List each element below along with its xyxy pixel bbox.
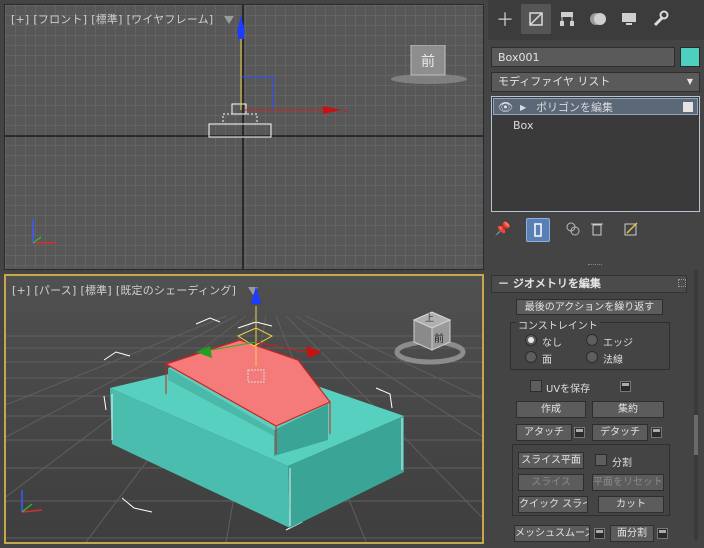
tessellate-button[interactable]: 面分割 [610,525,654,542]
modifier-list-label: モディファイヤ リスト [498,75,611,88]
constraint-none-label: なし [542,338,562,349]
utilities-tab[interactable] [645,4,675,34]
motion-icon [590,13,606,25]
modifier-stack[interactable]: 👁 ▶ ポリゴンを編集 Box [491,96,700,212]
stack-item-label: ポリゴンを編集 [536,101,613,114]
front-viewport[interactable]: [+] [フロント] [標準] [ワイヤフレーム] x 前 [4,4,484,270]
object-color-swatch[interactable] [680,47,700,67]
reset-plane-button[interactable]: 平面をリセット [592,474,664,491]
rollout-title: ジオメトリを編集 [512,277,601,290]
stack-item-edit-poly[interactable]: 👁 ▶ ポリゴンを編集 [493,98,698,115]
hierarchy-icon [560,12,574,26]
stack-item-box[interactable]: Box [493,117,698,134]
pin-stack-icon[interactable]: 📌 [492,218,514,240]
repeat-last-button[interactable]: 最後のアクションを繰り返す [516,299,663,315]
modify-icon [529,12,543,26]
preserve-uv-checkbox[interactable] [530,380,542,392]
cut-button[interactable]: カット [598,496,664,513]
display-tab[interactable] [614,4,644,34]
settings-icon[interactable] [574,427,585,438]
meshsmooth-button[interactable]: メッシュスムーズ [514,525,590,542]
modifier-list-dropdown[interactable]: モディファイヤ リスト ▼ [491,72,700,92]
perspective-viewport[interactable]: [+] [パース] [標準] [既定のシェーディング] 上 前 [4,274,484,544]
wrench-icon [653,10,669,27]
object-name-field[interactable] [491,47,675,67]
divider-grip[interactable] [588,264,602,268]
attach-button[interactable]: アタッチ [516,424,572,441]
constraint-edge-label: エッジ [603,338,633,349]
make-unique-icon[interactable] [562,218,584,240]
expand-triangle-icon[interactable]: ▶ [520,99,526,116]
modify-tab[interactable] [521,4,551,34]
stack-item-label: Box [513,119,534,132]
split-label: 分割 [612,458,632,469]
split-checkbox[interactable] [595,454,607,466]
hierarchy-tab[interactable] [552,4,582,34]
constraint-normal-label: 法線 [603,355,623,366]
plus-icon: ＋ [496,10,514,31]
command-panel-tabs: ＋ [488,0,704,40]
constraint-edge-radio[interactable] [586,334,598,346]
rollout-header-edit-geometry[interactable]: － ジオメトリを編集 [491,275,687,293]
collapse-toggle: － [498,277,509,290]
show-end-result-icon[interactable] [526,218,550,242]
slice-plane-button[interactable]: スライス平面 [518,452,584,469]
perspective-viewcube[interactable]: 上 前 [394,306,466,366]
front-viewcube[interactable]: 前 [389,44,469,87]
settings-icon[interactable] [620,381,631,392]
collapse-button[interactable]: 集約 [592,401,664,418]
constraint-face-label: 面 [542,355,552,366]
panel-scrollbar[interactable] [694,270,698,540]
viewcube-top-label: 上 [425,314,435,324]
settings-icon[interactable] [651,427,662,438]
constraints-title: コンストレイント [516,317,600,332]
create-tab[interactable]: ＋ [490,4,520,34]
settings-icon[interactable] [594,528,605,539]
trash-icon[interactable] [586,218,608,240]
detach-button[interactable]: デタッチ [592,424,648,441]
viewcube-face-label: 前 [421,54,435,70]
create-button[interactable]: 作成 [516,401,586,418]
command-panel: ＋ モディファイヤ リスト ▼ 👁 ▶ ポリゴンを編集 Box [488,0,704,548]
preserve-uv-label: UVを保存 [546,384,591,395]
svg-text:x: x [343,107,347,115]
constraint-normal-radio[interactable] [586,351,598,363]
constraint-face-radio[interactable] [525,351,537,363]
slice-button[interactable]: スライス [518,474,584,491]
rollout-grip-icon[interactable] [678,279,686,287]
motion-tab[interactable] [583,4,613,34]
stack-item-square-icon[interactable] [683,102,693,112]
constraint-none-radio[interactable] [525,334,537,346]
chevron-down-icon: ▼ [686,77,693,86]
display-icon [622,13,636,25]
scrollbar-thumb[interactable] [694,415,698,455]
eye-icon[interactable]: 👁 [498,99,513,116]
quick-slice-button[interactable]: クイック スライス [518,496,588,513]
viewcube-front-label: 前 [434,334,444,345]
configure-modifier-sets-icon[interactable] [620,218,642,240]
settings-icon[interactable] [657,528,668,539]
